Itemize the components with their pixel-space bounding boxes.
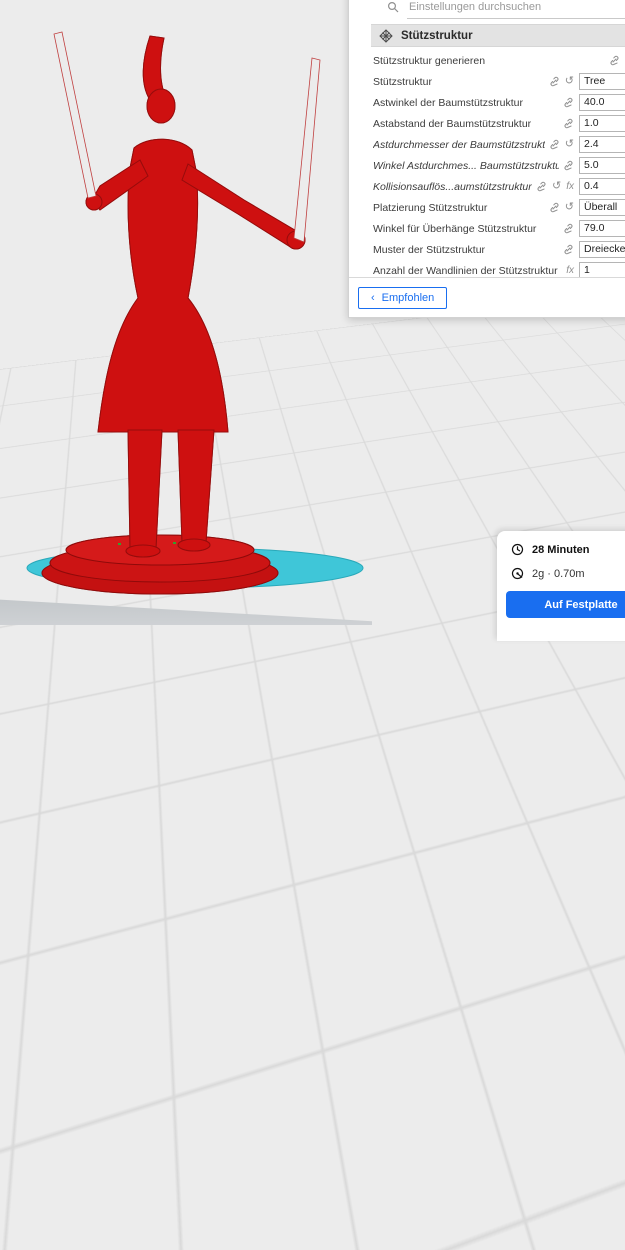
setting-label: Astabstand der Baumstützstruktur <box>373 118 559 130</box>
link-icon[interactable] <box>563 160 574 171</box>
setting-label: Winkel Astdurchmes... Baumstützstruktur <box>373 160 559 172</box>
link-icon[interactable] <box>563 223 574 234</box>
setting-row-collision-resolution[interactable]: Kollisionsauflös...aumstützstruktur ↺ fx… <box>349 176 625 197</box>
link-icon[interactable] <box>563 244 574 255</box>
print-time: 28 Minuten <box>532 544 589 556</box>
link-icon[interactable] <box>563 97 574 108</box>
setting-label: Kollisionsauflös...aumstützstruktur <box>373 181 532 193</box>
setting-label: Stützstruktur <box>373 76 545 88</box>
setting-value[interactable]: 0.4 <box>579 178 625 195</box>
save-to-disk-button[interactable]: Auf Festplatte <box>506 591 625 618</box>
section-header-support[interactable]: Stützstruktur <box>371 24 625 47</box>
setting-row-support-structure[interactable]: Stützstruktur ↺ Tree <box>349 71 625 92</box>
setting-row-overhang-angle[interactable]: Winkel für Überhänge Stützstruktur 79.0 <box>349 218 625 239</box>
material-row: 2g · 0.70m <box>497 556 625 580</box>
fx-icon: fx <box>566 265 574 276</box>
setting-row-placement[interactable]: Platzierung Stützstruktur ↺ Überall <box>349 197 625 218</box>
setting-label: Astwinkel der Baumstützstruktur <box>373 97 559 109</box>
setting-dropdown[interactable]: Überall <box>579 199 625 216</box>
sword-left <box>54 32 96 198</box>
print-time-row: 28 Minuten <box>497 531 625 556</box>
link-icon[interactable] <box>536 181 547 192</box>
setting-row-pattern[interactable]: Muster der Stützstruktur Dreiecke <box>349 239 625 260</box>
setting-label: Stützstruktur generieren <box>373 55 605 67</box>
setting-label: Astdurchmesser der Baumstützstruktur <box>373 139 545 151</box>
setting-row-branch-distance[interactable]: Astabstand der Baumstützstruktur 1.0 <box>349 113 625 134</box>
search-input[interactable] <box>407 0 625 19</box>
setting-dropdown[interactable]: Dreiecke <box>579 241 625 258</box>
fx-icon: fx <box>566 181 574 192</box>
clock-icon <box>511 543 524 556</box>
setting-row-branch-diameter[interactable]: Astdurchmesser der Baumstützstruktur ↺ 2… <box>349 134 625 155</box>
section-title: Stützstruktur <box>401 30 473 42</box>
link-icon[interactable] <box>549 139 560 150</box>
settings-search[interactable] <box>349 0 625 19</box>
setting-label: Anzahl der Wandlinien der Stützstruktur <box>373 265 562 277</box>
search-icon <box>387 1 399 13</box>
model-3d[interactable] <box>0 0 380 625</box>
revert-icon[interactable]: ↺ <box>565 139 574 150</box>
setting-value[interactable]: 5.0 <box>579 157 625 174</box>
link-icon[interactable] <box>549 76 560 87</box>
link-icon[interactable] <box>609 55 620 66</box>
setting-label: Muster der Stützstruktur <box>373 244 559 256</box>
filament-spool-icon <box>511 567 524 580</box>
recommended-label: Empfohlen <box>382 292 435 304</box>
setting-row-diameter-angle[interactable]: Winkel Astdurchmes... Baumstützstruktur … <box>349 155 625 176</box>
back-chevron-icon: ‹ <box>371 292 375 304</box>
setting-value[interactable]: 1.0 <box>579 115 625 132</box>
revert-icon[interactable]: ↺ <box>565 76 574 87</box>
setting-dropdown[interactable]: Tree <box>579 73 625 90</box>
setting-label: Winkel für Überhänge Stützstruktur <box>373 223 559 235</box>
settings-rows: Stützstruktur generieren ↺ ✓ Stützstrukt… <box>349 50 625 277</box>
revert-icon[interactable]: ↺ <box>565 202 574 213</box>
sword-right <box>294 58 320 242</box>
setting-label: Platzierung Stützstruktur <box>373 202 545 214</box>
setting-value[interactable]: 40.0 <box>579 94 625 111</box>
revert-icon[interactable]: ↺ <box>552 181 561 192</box>
recommended-mode-button[interactable]: ‹ Empfohlen <box>358 287 447 309</box>
material-usage: 2g · 0.70m <box>532 568 585 580</box>
setting-value[interactable]: 2.4 <box>579 136 625 153</box>
panel-footer: ‹ Empfohlen <box>349 277 625 309</box>
link-icon[interactable] <box>549 202 560 213</box>
link-icon[interactable] <box>563 118 574 129</box>
setting-value[interactable]: 79.0 <box>579 220 625 237</box>
setting-row-generate-support[interactable]: Stützstruktur generieren ↺ ✓ <box>349 50 625 71</box>
setting-row-wall-line-count[interactable]: Anzahl der Wandlinien der Stützstruktur … <box>349 260 625 277</box>
support-structure-icon <box>379 29 393 43</box>
setting-value[interactable]: 1 <box>579 262 625 277</box>
settings-panel: Stützstruktur Stützstruktur generieren ↺… <box>348 0 625 318</box>
setting-row-branch-angle[interactable]: Astwinkel der Baumstützstruktur 40.0 <box>349 92 625 113</box>
